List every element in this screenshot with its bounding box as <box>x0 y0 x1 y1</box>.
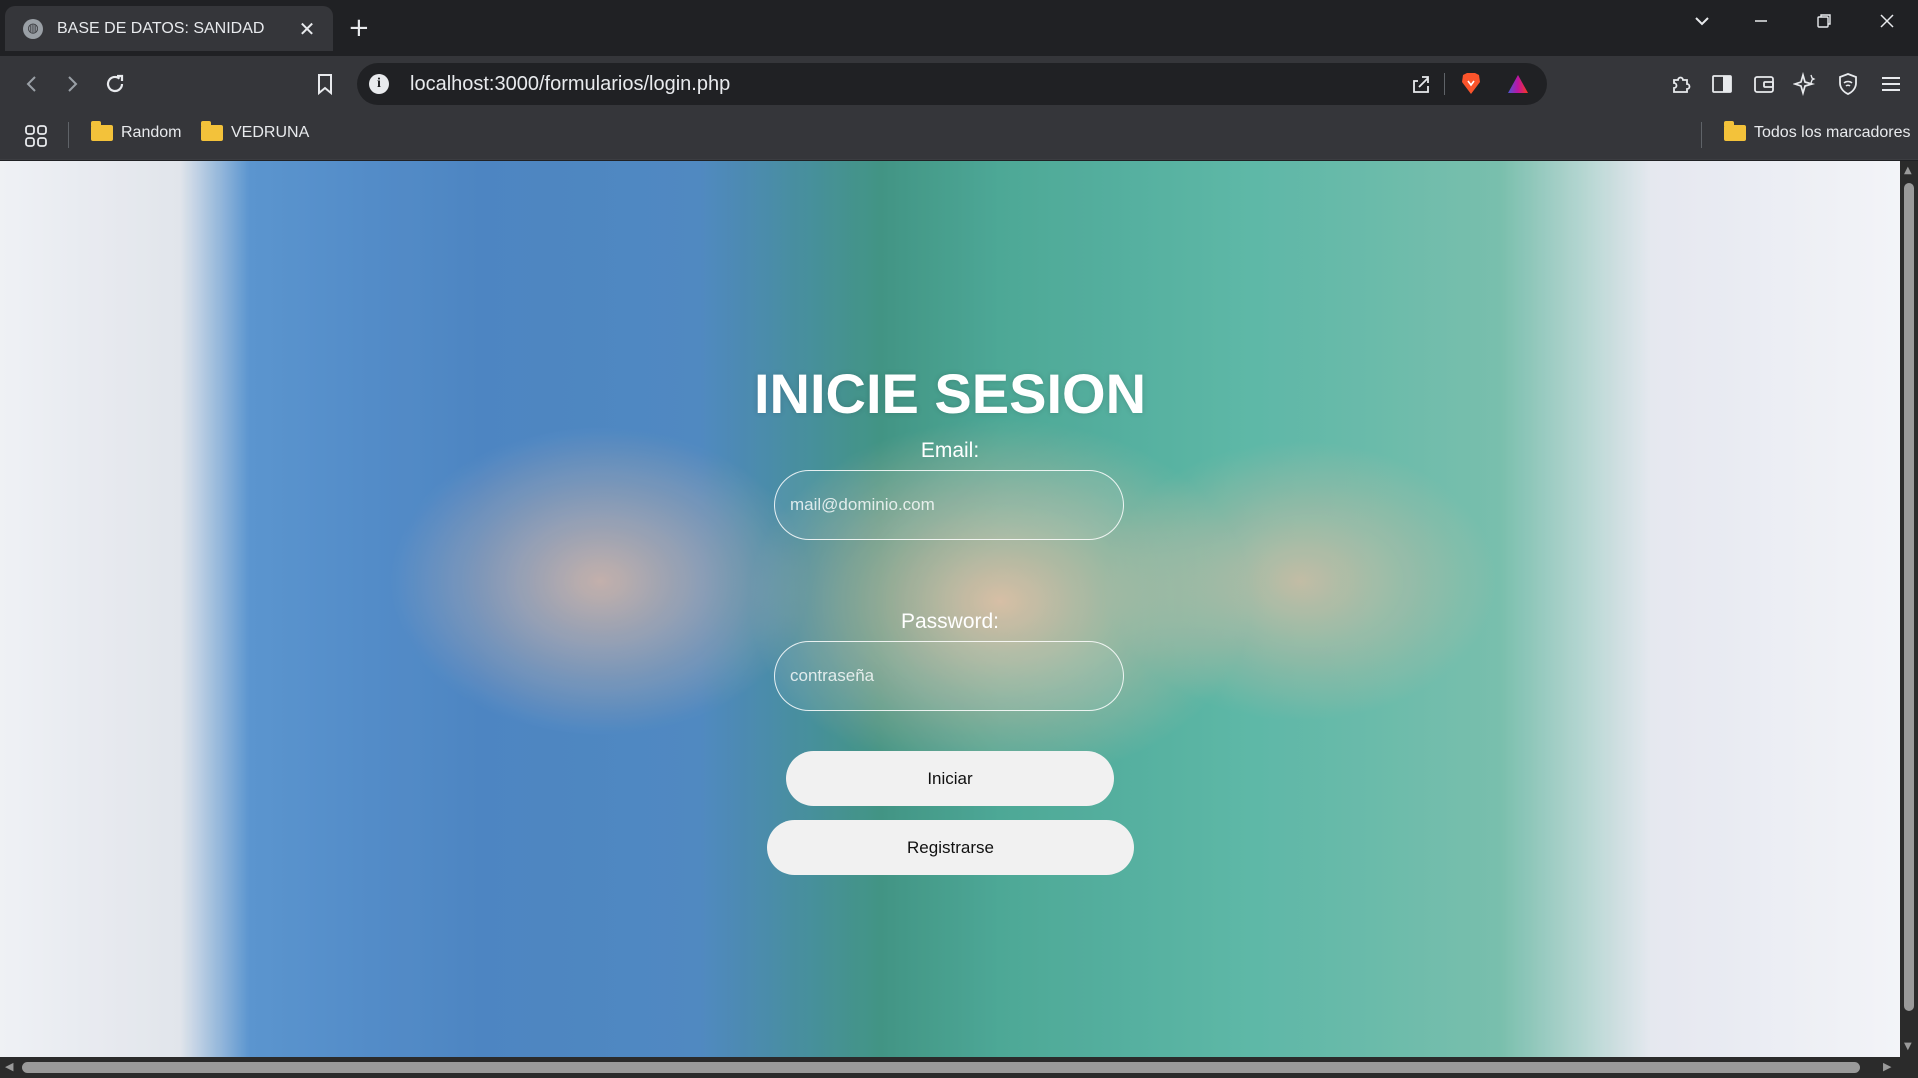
bookmark-folder-vedruna[interactable]: VEDRUNA <box>201 121 310 142</box>
forward-icon[interactable] <box>56 68 88 100</box>
wallet-icon[interactable] <box>1748 68 1780 100</box>
leo-ai-sparkle-icon[interactable] <box>1789 68 1821 100</box>
tab-strip: ◍ BASE DE DATOS: SANIDAD ✕ + <box>0 0 1918 56</box>
tab-search-chevron-icon[interactable] <box>1693 12 1711 35</box>
browser-tab[interactable]: ◍ BASE DE DATOS: SANIDAD ✕ <box>5 6 333 51</box>
apps-grid-icon[interactable] <box>20 120 52 152</box>
all-bookmarks-folder[interactable]: Todos los marcadores <box>1724 121 1911 142</box>
scroll-right-arrow-icon[interactable]: ▶ <box>1883 1060 1891 1073</box>
bookmarks-bar: Random VEDRUNA Todos los marcadores <box>0 112 1918 160</box>
vpn-shield-icon[interactable] <box>1832 68 1864 100</box>
bookmarks-separator <box>68 122 69 148</box>
close-window-icon[interactable] <box>1878 12 1896 35</box>
url-text[interactable]: localhost:3000/formularios/login.php <box>410 73 730 96</box>
bookmarks-separator <box>1701 122 1702 148</box>
scroll-left-arrow-icon[interactable]: ◀ <box>5 1060 13 1073</box>
sidebar-icon[interactable] <box>1706 68 1738 100</box>
scroll-down-arrow-icon[interactable]: ▼ <box>1904 1041 1912 1052</box>
share-icon[interactable] <box>1405 68 1437 100</box>
back-icon[interactable] <box>16 68 48 100</box>
all-bookmarks-label: Todos los marcadores <box>1754 124 1911 141</box>
tab-title: BASE DE DATOS: SANIDAD <box>57 19 265 37</box>
omnibox-separator <box>1444 73 1445 95</box>
vertical-scroll-thumb[interactable] <box>1904 183 1914 1011</box>
reload-icon[interactable] <box>99 68 131 100</box>
folder-icon <box>201 121 223 141</box>
register-button[interactable]: Registrarse <box>767 820 1134 875</box>
folder-icon <box>91 121 113 141</box>
page-title: INICIE SESION <box>753 362 1147 425</box>
brave-lion-icon[interactable] <box>1455 68 1487 100</box>
email-field[interactable] <box>774 470 1124 540</box>
restore-window-icon[interactable] <box>1815 12 1833 35</box>
new-tab-button[interactable]: + <box>348 14 370 42</box>
extensions-puzzle-icon[interactable] <box>1665 68 1697 100</box>
brave-rewards-triangle-icon[interactable] <box>1502 68 1534 100</box>
login-form: INICIE SESION Email: Password: Iniciar R… <box>0 161 1900 1057</box>
scroll-up-arrow-icon[interactable]: ▲ <box>1904 165 1912 176</box>
address-bar[interactable]: i localhost:3000/formularios/login.php <box>357 63 1547 105</box>
login-button[interactable]: Iniciar <box>786 751 1114 806</box>
email-label: Email: <box>920 439 980 462</box>
horizontal-scroll-thumb[interactable] <box>22 1062 1860 1073</box>
globe-icon: ◍ <box>23 18 43 39</box>
bookmark-label: Random <box>121 124 182 141</box>
close-tab-icon[interactable]: ✕ <box>295 17 319 41</box>
folder-icon <box>1724 121 1746 141</box>
bookmark-page-icon[interactable] <box>309 68 341 100</box>
site-info-icon[interactable]: i <box>369 74 389 94</box>
bookmark-label: VEDRUNA <box>231 124 310 141</box>
browser-toolbar: i localhost:3000/formularios/login.php <box>0 56 1918 112</box>
minimize-window-icon[interactable] <box>1752 12 1770 35</box>
password-field[interactable] <box>774 641 1124 711</box>
bookmark-folder-random[interactable]: Random <box>91 121 182 142</box>
menu-hamburger-icon[interactable] <box>1875 68 1907 100</box>
password-label: Password: <box>900 610 1000 633</box>
vertical-scrollbar[interactable]: ▲ ▼ <box>1900 161 1918 1057</box>
horizontal-scrollbar[interactable]: ◀ ▶ <box>0 1057 1918 1078</box>
